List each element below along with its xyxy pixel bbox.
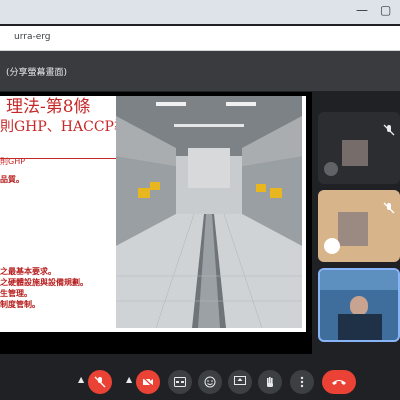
blurred-face [338, 212, 368, 246]
camera-off-icon [142, 376, 154, 388]
microphone-button[interactable] [88, 370, 112, 394]
presenting-label: (分享螢幕畫面) [6, 68, 68, 78]
participant-tile-3-self[interactable] [318, 268, 400, 342]
end-call-icon [332, 380, 346, 385]
mic-off-icon [94, 376, 106, 388]
slide-bullet: 生管理。 [0, 288, 32, 298]
section-label: 則GHP [0, 157, 26, 166]
presentation-slide: 理法-第8條 則GHP、HACCP準則 則GHP 品質。 之最基本要求。 之硬體… [0, 96, 306, 332]
participant-tile-2[interactable] [318, 190, 400, 262]
window-background [320, 270, 398, 290]
mic-off-icon [382, 200, 396, 214]
mic-off-icon [382, 122, 396, 136]
avatar-icon [324, 162, 338, 176]
call-controls: ▲ ▲ [0, 358, 400, 400]
shared-screen: 理法-第8條 則GHP、HACCP準則 則GHP 品質。 之最基本要求。 之硬體… [0, 92, 312, 354]
participant-tile-1[interactable] [318, 112, 400, 184]
meeting-info-bar: (分享螢幕畫面) [0, 51, 400, 91]
maximize-button[interactable]: ▢ [380, 3, 391, 17]
slide-bullet: 制度管制。 [0, 299, 40, 309]
minimize-button[interactable]: — [356, 3, 368, 17]
browser-titlebar: — ▢ [0, 0, 400, 24]
slide-bullet: 之硬體設施與設備規劃。 [0, 277, 88, 287]
raise-hand-button[interactable] [258, 370, 282, 394]
avatar-icon [324, 238, 340, 254]
slide-title: 理法-第8條 [6, 97, 91, 117]
mic-options-chevron-icon[interactable]: ▲ [78, 375, 84, 384]
address-bar[interactable]: urra-erg [0, 26, 400, 51]
more-options-button[interactable] [290, 370, 314, 394]
present-screen-icon [234, 376, 246, 385]
hand-icon [267, 377, 273, 387]
camera-button[interactable] [136, 370, 160, 394]
slide-bullet: 之最基本要求。 [0, 266, 56, 276]
slide-text-line: 品質。 [0, 174, 24, 184]
kitchen-photo [116, 96, 302, 328]
present-button[interactable] [228, 370, 252, 394]
url-text: urra-erg [14, 32, 51, 42]
leave-call-button[interactable] [322, 370, 356, 394]
blurred-avatar [342, 140, 368, 166]
captions-button[interactable] [168, 370, 192, 394]
emoji-icon [204, 376, 216, 388]
camera-options-chevron-icon[interactable]: ▲ [126, 375, 132, 384]
captions-icon [174, 377, 186, 387]
participant-body [338, 314, 382, 340]
participant-face [350, 296, 368, 316]
more-vert-icon [300, 376, 304, 388]
emoji-button[interactable] [198, 370, 222, 394]
